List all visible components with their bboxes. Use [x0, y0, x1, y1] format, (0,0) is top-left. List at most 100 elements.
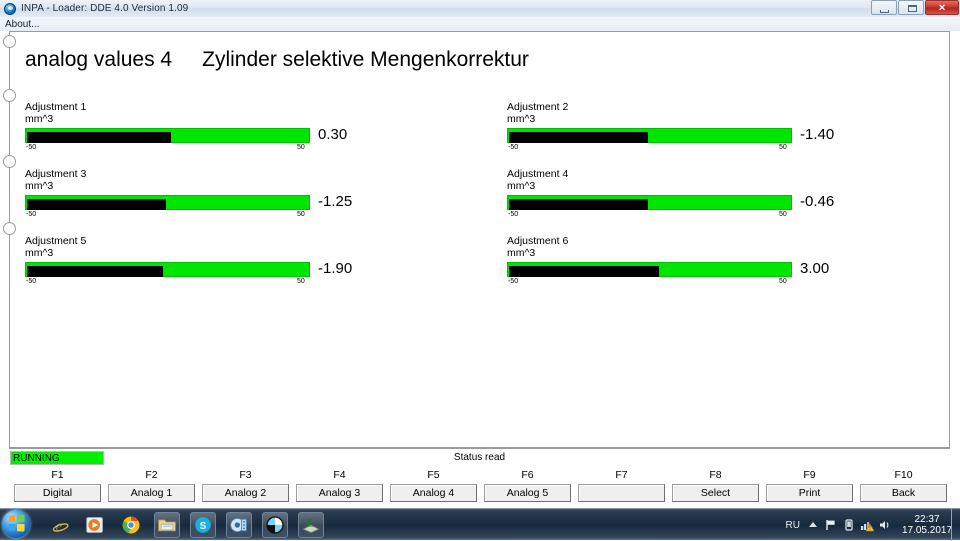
volume-icon[interactable]: [878, 518, 892, 532]
fkey-button[interactable]: Analog 3: [296, 484, 383, 502]
gauge-adjustment-2: Adjustment 2 mm^3 -50 50 -1.40: [507, 101, 837, 154]
gauge-min-label: -50: [26, 144, 37, 151]
gauge-value: -1.90: [318, 260, 353, 277]
svg-text:E: E: [306, 517, 314, 530]
clock-time: 22:37: [914, 514, 940, 525]
maximize-button[interactable]: [898, 0, 924, 15]
gauge-max-label: 50: [779, 278, 787, 285]
fkey-f6[interactable]: F6 Analog 5: [484, 469, 571, 502]
fkey-name: F7: [615, 469, 628, 481]
fkey-f1[interactable]: F1 Digital: [14, 469, 101, 502]
gauge-max-label: 50: [779, 144, 787, 151]
taskbar-chrome-icon[interactable]: [118, 512, 144, 538]
fkey-name: F2: [145, 469, 158, 481]
show-hidden-icons-chevron-icon[interactable]: [806, 518, 820, 532]
device-icon[interactable]: [842, 518, 856, 532]
left-marker-3[interactable]: [3, 155, 16, 168]
status-read-label: Status read: [453, 452, 506, 463]
clock-date: 17.05.2017: [901, 525, 953, 536]
page-title-left: analog values 4: [25, 48, 173, 71]
minimize-button[interactable]: [871, 0, 897, 15]
fkey-name: F5: [427, 469, 440, 481]
window-title: INPA - Loader: DDE 4.0 Version 1.09: [21, 3, 189, 14]
gauge-label: Adjustment 4: [507, 168, 569, 180]
taskbar-file-explorer-icon[interactable]: [154, 512, 180, 538]
internet-explorer-icon: e: [52, 518, 69, 535]
system-tray: RU ! 22:37 17.05.2017: [786, 509, 960, 541]
fkey-button[interactable]: Back: [860, 484, 947, 502]
gauge-value: -1.25: [318, 193, 353, 210]
fkey-f5[interactable]: F5 Analog 4: [390, 469, 477, 502]
gauge-max-label: 50: [297, 278, 305, 285]
taskbar-media-app-icon[interactable]: [226, 512, 252, 538]
fkey-f10[interactable]: F10 Back: [860, 469, 947, 502]
fkey-name: F10: [894, 469, 913, 481]
flag-action-center-icon[interactable]: [824, 518, 838, 532]
status-badge: RUNNING: [10, 451, 104, 465]
gauge-fill: [27, 132, 172, 143]
fkey-f2[interactable]: F2 Analog 1: [108, 469, 195, 502]
fkey-button[interactable]: Analog 4: [390, 484, 477, 502]
bmw-globe-icon: [4, 2, 16, 15]
fkey-button[interactable]: Analog 2: [202, 484, 289, 502]
left-marker-1[interactable]: [3, 35, 16, 48]
fkey-button[interactable]: Analog 1: [108, 484, 195, 502]
taskbar-clock[interactable]: 22:37 17.05.2017: [896, 514, 958, 536]
skype-icon: S: [195, 517, 211, 533]
window-titlebar: INPA - Loader: DDE 4.0 Version 1.09 ✕: [0, 0, 960, 18]
gauge-track: [25, 128, 310, 143]
gauge-fill: [27, 199, 166, 210]
function-key-bar: F1 Digital F2 Analog 1 F3 Analog 2 F4 Analog…: [9, 469, 950, 505]
fkey-button[interactable]: Print: [766, 484, 853, 502]
fkey-f3[interactable]: F3 Analog 2: [202, 469, 289, 502]
close-button[interactable]: ✕: [925, 0, 959, 15]
fkey-button[interactable]: Select: [672, 484, 759, 502]
fkey-f9[interactable]: F9 Print: [766, 469, 853, 502]
taskbar-ediabas-icon[interactable]: E: [298, 512, 324, 538]
gauge-value: -0.46: [800, 193, 835, 210]
taskbar-bmw-inpa-icon[interactable]: [262, 512, 288, 538]
taskbar-media-player-icon[interactable]: [82, 512, 108, 538]
gauge-max-label: 50: [297, 144, 305, 151]
fkey-f7[interactable]: F7: [578, 469, 665, 502]
fkey-button[interactable]: Digital: [14, 484, 101, 502]
taskbar-skype-icon[interactable]: S: [190, 512, 216, 538]
gauge-min-label: -50: [508, 211, 519, 218]
ediabas-icon: E: [302, 517, 320, 533]
gauge-adjustment-6: Adjustment 6 mm^3 -50 50 3.00: [507, 235, 837, 288]
fkey-name: F3: [239, 469, 252, 481]
fkey-name: F6: [521, 469, 534, 481]
network-warning-icon[interactable]: !: [860, 518, 875, 532]
gauge-label: Adjustment 3: [25, 168, 87, 180]
gauge-adjustment-3: Adjustment 3 mm^3 -50 50 -1.25: [25, 168, 355, 221]
fkey-f8[interactable]: F8 Select: [672, 469, 759, 502]
fkey-f4[interactable]: F4 Analog 3: [296, 469, 383, 502]
show-desktop-button[interactable]: [951, 509, 960, 541]
page-title: analog values 4 Zylinder selektive Mengen…: [25, 48, 529, 72]
gauge-adjustment-4: Adjustment 4 mm^3 -50 50 -0.46: [507, 168, 837, 221]
gauge-unit: mm^3: [507, 113, 536, 125]
tray-language-indicator[interactable]: RU: [786, 520, 800, 531]
windows-taskbar: e S E RU ! 22:37 17.05.2017: [0, 508, 960, 541]
window-controls: ✕: [871, 0, 959, 15]
panel-separator: [9, 448, 950, 449]
gauge-unit: mm^3: [25, 113, 54, 125]
fkey-button[interactable]: Analog 5: [484, 484, 571, 502]
file-explorer-icon: [158, 519, 176, 532]
gauge-min-label: -50: [508, 278, 519, 285]
taskbar-internet-explorer-icon[interactable]: e: [46, 512, 72, 538]
gauge-unit: mm^3: [507, 180, 536, 192]
start-button[interactable]: [2, 510, 30, 538]
client-area: analog values 4 Zylinder selektive Mengen…: [0, 31, 960, 508]
left-marker-2[interactable]: [3, 89, 16, 102]
gauge-min-label: -50: [26, 278, 37, 285]
gauge-track: [507, 128, 792, 143]
fkey-button[interactable]: [578, 484, 665, 502]
fkey-name: F4: [333, 469, 346, 481]
menu-item-about[interactable]: About...: [0, 18, 44, 31]
left-marker-4[interactable]: [3, 222, 16, 235]
media-player-icon: [86, 517, 103, 533]
gauge-fill: [27, 266, 163, 277]
gauge-unit: mm^3: [25, 247, 54, 259]
gauge-min-label: -50: [26, 211, 37, 218]
